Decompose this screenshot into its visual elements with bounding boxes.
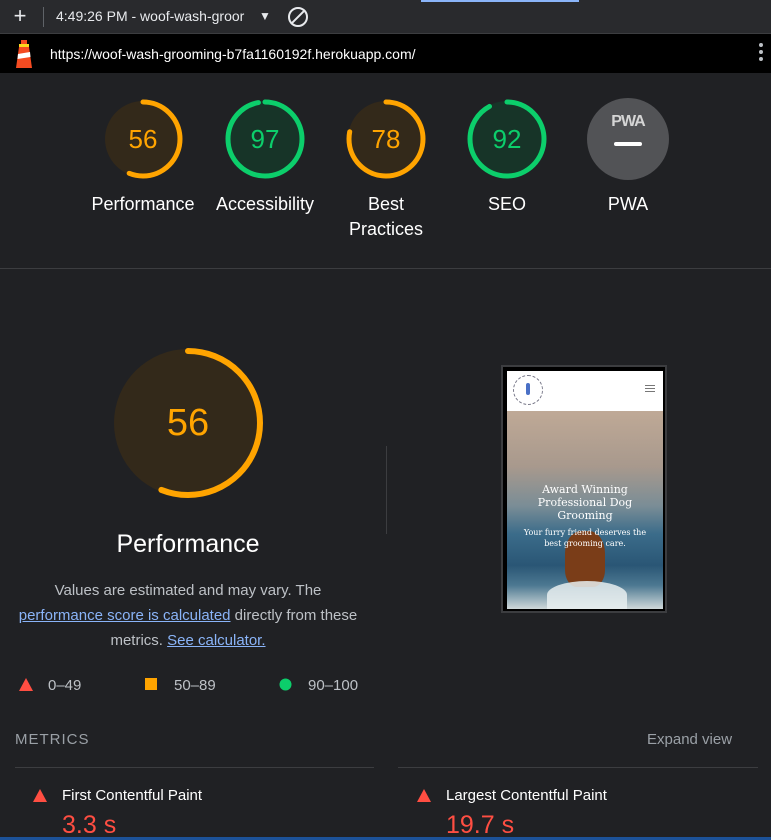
- category-gauges: 56 Performance 97 Accessibility 78 Best P…: [0, 73, 771, 269]
- hero-headline: Award Winning Professional Dog Grooming: [537, 483, 633, 522]
- description-text: Values are estimated and may vary. The: [54, 582, 322, 599]
- expand-view-toggle[interactable]: Expand view: [647, 731, 732, 748]
- chevron-down-icon[interactable]: ▼: [259, 9, 271, 23]
- divider: [386, 446, 387, 534]
- kebab-menu-icon[interactable]: [759, 43, 763, 65]
- legend-label: 50–89: [174, 677, 216, 694]
- legend-label: 0–49: [48, 677, 82, 694]
- performance-title: Performance: [116, 530, 260, 558]
- metric-label: Largest Contentful Paint: [446, 787, 607, 804]
- metric-value: 19.7 s: [446, 811, 515, 839]
- gauge-score: 56: [128, 124, 158, 154]
- gauge-accessibility[interactable]: 97 Accessibility: [205, 98, 325, 217]
- performance-gauge-large: 56: [112, 347, 264, 499]
- metrics-heading: METRICS: [15, 731, 90, 748]
- pwa-badge-text: PWA: [611, 113, 645, 130]
- gauge-seo[interactable]: 92 SEO: [447, 98, 567, 217]
- legend-label: 90–100: [308, 677, 359, 694]
- active-tab-indicator: [421, 0, 579, 2]
- pwa-dash-icon: [614, 142, 642, 146]
- report-selector[interactable]: 4:49:26 PM - woof-wash-groor: [56, 8, 244, 24]
- lighthouse-icon: [16, 40, 32, 68]
- clear-icon[interactable]: [288, 7, 308, 27]
- gauge-score: 97: [250, 124, 280, 154]
- wave-image: [547, 581, 627, 609]
- gauge-best-practices[interactable]: 78 Best Practices: [326, 98, 446, 242]
- devtools-toolbar: + 4:49:26 PM - woof-wash-groor ▼: [0, 0, 771, 34]
- gauge-label: Best Practices: [348, 194, 424, 239]
- gauge-label: SEO: [487, 194, 526, 214]
- metric-label: First Contentful Paint: [62, 787, 203, 804]
- divider: [15, 767, 374, 768]
- report-url-bar: https://woof-wash-grooming-b7fa1160192f.…: [0, 34, 771, 73]
- hamburger-icon: [645, 385, 655, 394]
- thumbnail-header: [507, 371, 663, 411]
- plus-icon[interactable]: +: [10, 5, 30, 27]
- triangle-icon: [417, 789, 431, 802]
- gauge-score: 78: [371, 124, 401, 154]
- performance-score: 56: [166, 402, 210, 444]
- hero-subline: Your furry friend deserves the best groo…: [523, 528, 647, 548]
- triangle-icon: [19, 678, 33, 691]
- page-screenshot-thumbnail[interactable]: Award Winning Professional Dog Grooming …: [501, 365, 667, 613]
- circle-icon: [279, 678, 292, 691]
- gauge-score: 92: [492, 124, 522, 154]
- see-calculator-link[interactable]: See calculator.: [167, 632, 265, 649]
- thumbnail-hero-image: Award Winning Professional Dog Grooming …: [507, 411, 663, 609]
- triangle-icon: [33, 789, 47, 802]
- gauge-label: Performance: [91, 194, 195, 214]
- gauge-performance[interactable]: 56 Performance: [83, 98, 203, 217]
- pwa-badge: PWA: [587, 98, 669, 180]
- divider: [398, 767, 758, 768]
- toolbar-divider: [43, 7, 44, 27]
- score-calculated-link[interactable]: performance score is calculated: [19, 607, 231, 624]
- gauge-label: PWA: [607, 194, 649, 214]
- report-url[interactable]: https://woof-wash-grooming-b7fa1160192f.…: [50, 46, 416, 62]
- square-icon: [145, 678, 157, 690]
- metric-value: 3.3 s: [62, 811, 117, 839]
- gauge-pwa[interactable]: PWA PWA: [568, 98, 688, 217]
- site-logo-icon: [513, 375, 543, 405]
- gauge-label: Accessibility: [215, 194, 315, 214]
- performance-description: Values are estimated and may vary. The p…: [14, 578, 362, 653]
